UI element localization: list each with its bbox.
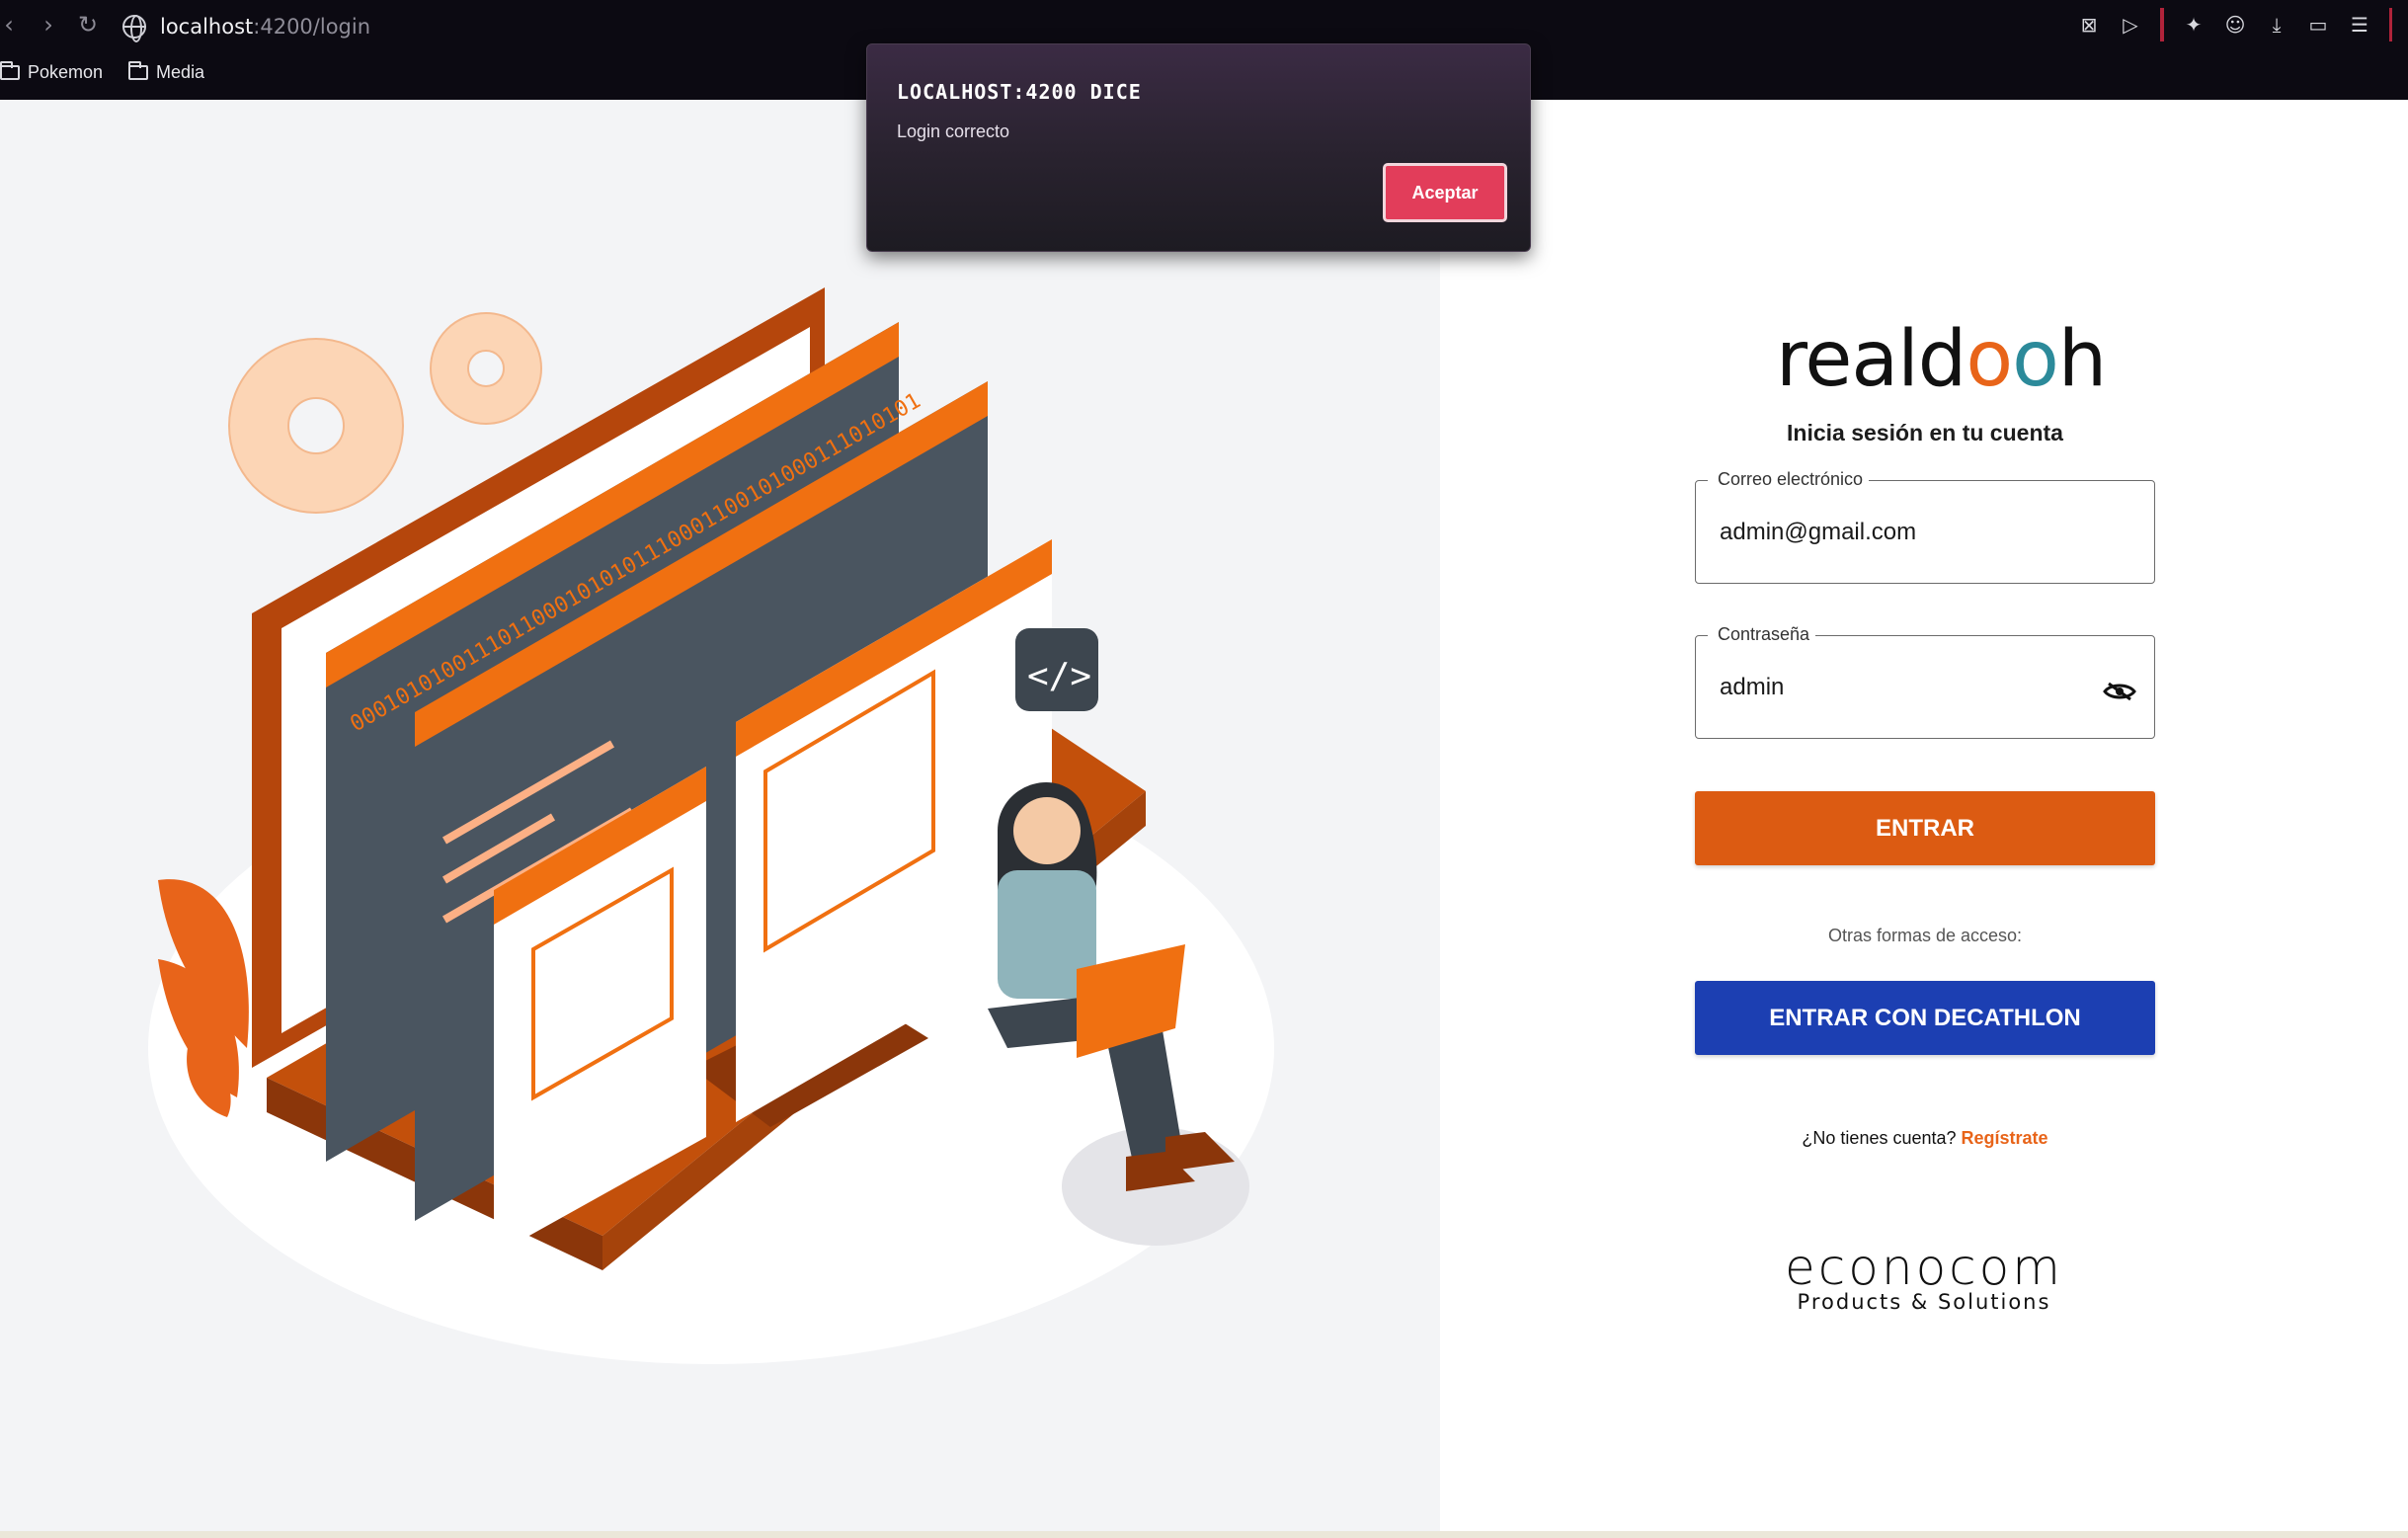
login-panel: realdooh Inicia sesión en tu cuenta Corr… <box>1440 100 2408 1531</box>
econocom-logo: econocom Products & Solutions <box>1717 1241 2131 1314</box>
gear-small-icon <box>430 312 542 425</box>
reload-icon[interactable]: ↻ <box>73 10 103 40</box>
email-label: Correo electrónico <box>1708 469 1870 490</box>
password-label: Contraseña <box>1708 624 1816 645</box>
download-icon[interactable]: ⤓ <box>2265 13 2288 37</box>
url-path: :4200/login <box>253 15 371 39</box>
svg-text:</>: </> <box>1027 656 1091 696</box>
send-icon[interactable]: ▷ <box>2119 13 2142 37</box>
bookmark-label: Pokemon <box>28 61 104 82</box>
dialog-message: Login correcto <box>897 121 1010 141</box>
login-subtitle: Inicia sesión en tu cuenta <box>1787 420 2063 445</box>
other-access-label: Otras formas de acceso: <box>1827 926 2023 945</box>
url-host: localhost <box>160 15 254 39</box>
address-bar[interactable]: localhost:4200/login <box>122 12 371 42</box>
dialog-title: LOCALHOST:4200 DICE <box>897 80 1142 104</box>
login-submit-button[interactable]: ENTRAR <box>1695 791 2155 865</box>
toolbar-separator-2 <box>2389 8 2392 41</box>
no-account-text: ¿No tienes cuenta? <box>1802 1128 1957 1148</box>
folder-icon <box>0 60 20 80</box>
register-link[interactable]: Regístrate <box>1962 1128 2048 1148</box>
extensions-icon[interactable]: ✦ <box>2182 13 2206 37</box>
toolbar-icons: ⊠ ▷ ✦ ☺ ⤓ ▭ ☰ <box>2077 8 2408 41</box>
eye-off-icon[interactable] <box>2103 682 2136 701</box>
back-icon[interactable]: ‹ <box>0 10 24 40</box>
register-prompt: ¿No tienes cuenta? Regístrate <box>1695 1128 2155 1149</box>
bookmark-media[interactable]: Media <box>128 60 205 83</box>
laptop-illustration: 0001010100111011000101010111000110010100… <box>148 287 1274 1364</box>
realdooh-logo: realdooh <box>1776 315 2107 404</box>
profile-icon[interactable]: ☺ <box>2223 13 2247 37</box>
toolbar-separator <box>2160 8 2164 41</box>
alert-dialog: LOCALHOST:4200 DICE Login correcto Acept… <box>866 43 1531 252</box>
password-value[interactable]: admin <box>1720 674 1784 701</box>
dialog-accept-button[interactable]: Aceptar <box>1383 163 1507 222</box>
email-value[interactable]: admin@gmail.com <box>1720 519 1916 546</box>
forward-icon[interactable]: › <box>34 10 63 40</box>
illustration-panel: 0001010100111011000101010111000110010100… <box>0 100 1440 1531</box>
bookmarks-bar: Pokemon Media <box>0 55 204 89</box>
battery-icon[interactable]: ▭ <box>2306 13 2330 37</box>
globe-icon <box>122 15 146 42</box>
folder-icon <box>128 60 149 80</box>
menu-icon[interactable]: ☰ <box>2348 13 2371 37</box>
page-bottom-border <box>0 1531 2408 1538</box>
bookmark-label: Media <box>156 61 205 82</box>
gear-icon <box>228 338 404 514</box>
decathlon-login-button[interactable]: ENTRAR CON DECATHLON <box>1695 981 2155 1055</box>
econocom-logo-main: econocom <box>1785 1239 2063 1296</box>
bookmark-pokemon[interactable]: Pokemon <box>0 60 104 83</box>
shield-x-icon[interactable]: ⊠ <box>2077 13 2101 37</box>
email-field[interactable]: Correo electrónico admin@gmail.com <box>1695 469 2155 584</box>
econocom-logo-sub: Products & Solutions <box>1797 1290 2051 1314</box>
password-field[interactable]: Contraseña admin <box>1695 624 2155 739</box>
